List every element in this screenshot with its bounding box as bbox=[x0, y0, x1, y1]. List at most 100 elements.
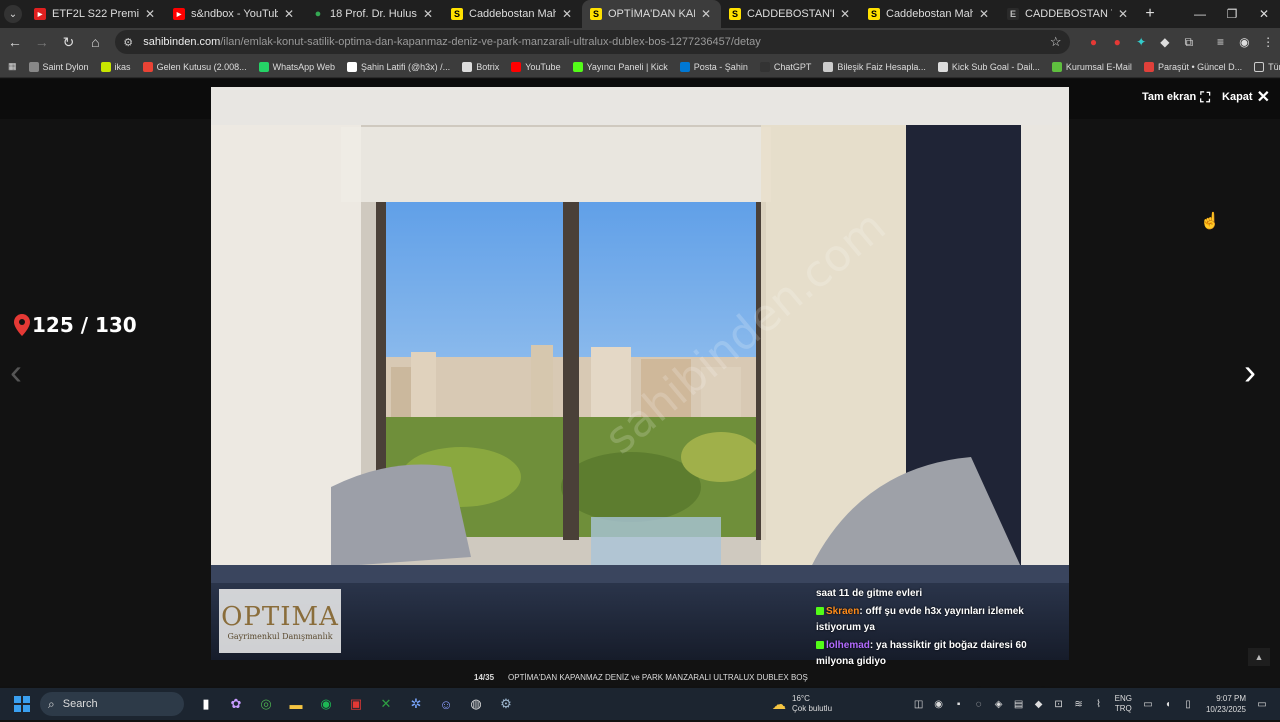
tray-icon[interactable]: ▪ bbox=[949, 699, 969, 710]
copilot-icon[interactable]: ✿ bbox=[222, 690, 250, 718]
tray-icon[interactable]: ◉ bbox=[929, 699, 949, 710]
home-button[interactable]: ⌂ bbox=[83, 30, 107, 54]
bookmark-item[interactable]: Bileşik Faiz Hesapla... bbox=[817, 61, 932, 72]
apps-grid-icon[interactable]: ▦ bbox=[0, 61, 23, 72]
steam-icon[interactable]: ⚙ bbox=[492, 690, 520, 718]
weather-widget[interactable]: ☁ 16°C Çok bulutlu bbox=[772, 688, 832, 720]
prev-photo-button[interactable]: ‹ bbox=[10, 351, 34, 392]
tray-icon[interactable]: ◆ bbox=[1029, 699, 1049, 710]
bookmark-star-icon[interactable]: ☆ bbox=[1050, 34, 1062, 50]
bookmark-favicon-icon bbox=[100, 61, 111, 72]
start-button[interactable] bbox=[10, 692, 34, 716]
tab-search-button[interactable]: ⌄ bbox=[0, 0, 26, 28]
bookmark-item[interactable]: YouTube bbox=[505, 61, 566, 72]
tab-close-icon[interactable]: ✕ bbox=[421, 7, 435, 21]
battery-icon[interactable]: ▯ bbox=[1178, 699, 1198, 710]
discord-icon[interactable]: ☺ bbox=[432, 690, 460, 718]
taskbar-search[interactable]: ⌕ Search bbox=[40, 692, 184, 716]
bookmark-label: Bileşik Faiz Hesapla... bbox=[837, 61, 926, 72]
all-bookmarks-button[interactable]: Tüm Yer İşaretleri bbox=[1248, 61, 1280, 72]
menu-dots-icon[interactable]: ⋮ bbox=[1256, 30, 1280, 54]
browser-tab[interactable]: S OPTİMA'DAN KAPANMAZ ✕ bbox=[582, 0, 721, 28]
bookmark-item[interactable]: ikas bbox=[95, 61, 137, 72]
scroll-top-button[interactable]: ▲ bbox=[1248, 648, 1270, 666]
minimize-icon[interactable]: — bbox=[1184, 0, 1216, 28]
browser-tab[interactable]: S Caddebostan Mah. Gözte ✕ bbox=[860, 0, 999, 28]
file-explorer-icon[interactable]: ▬ bbox=[282, 690, 310, 718]
bookmark-item[interactable]: Kick Sub Goal - Dail... bbox=[932, 61, 1046, 72]
tab-close-icon[interactable]: ✕ bbox=[560, 7, 574, 21]
clock[interactable]: 9:07 PM 10/23/2025 bbox=[1206, 693, 1246, 715]
tab-search-icon[interactable]: ≡ bbox=[1209, 30, 1233, 54]
site-info-icon[interactable]: ⚙ bbox=[123, 36, 137, 49]
bookmark-favicon-icon bbox=[679, 61, 690, 72]
tab-list: ▶ ETF2L S22 Premiership Pl ✕ ▶ s&ndbox - You… bbox=[26, 0, 1138, 28]
close-icon[interactable]: ✕ bbox=[1257, 87, 1270, 107]
tab-close-icon[interactable]: ✕ bbox=[699, 7, 713, 21]
tray-icon[interactable]: ◌ bbox=[969, 699, 989, 710]
browser-tab[interactable]: ▶ s&ndbox - YouTube ✕ bbox=[165, 0, 304, 28]
bookmark-item[interactable]: Saint Dylon bbox=[23, 61, 95, 72]
language-indicator[interactable]: ENG TRQ bbox=[1115, 694, 1132, 714]
browser-tab[interactable]: S Caddebostan Mah. Satılık ✕ bbox=[443, 0, 582, 28]
app-icon[interactable]: ✲ bbox=[402, 690, 430, 718]
wifi-icon[interactable]: ≋ bbox=[1069, 699, 1089, 710]
bookmark-item[interactable]: WhatsApp Web bbox=[253, 61, 341, 72]
extension-icon[interactable]: ✦ bbox=[1129, 30, 1153, 54]
excel-icon[interactable]: ✕ bbox=[372, 690, 400, 718]
extensions-puzzle-icon[interactable]: ⧉ bbox=[1177, 30, 1201, 54]
profile-avatar[interactable]: ◉ bbox=[1232, 30, 1256, 54]
tray-icon[interactable]: ▤ bbox=[1009, 699, 1029, 710]
forward-button[interactable]: → bbox=[30, 30, 54, 54]
task-view-icon[interactable]: ▮ bbox=[192, 690, 220, 718]
display-icon[interactable]: ▭ bbox=[1138, 699, 1158, 710]
taskbar-search-placeholder: Search bbox=[62, 698, 98, 710]
bookmarks-bar: ▦ Saint Dylon ikas Gelen Kutusu (2.008... W… bbox=[0, 56, 1280, 78]
chat-text: saat 11 de gitme evleri bbox=[816, 588, 923, 599]
spotify-icon[interactable]: ◉ bbox=[312, 690, 340, 718]
fullscreen-icon[interactable]: ⛶ bbox=[1200, 89, 1210, 106]
bookmark-item[interactable]: Botrix bbox=[456, 61, 505, 72]
microphone-icon[interactable]: ⌇ bbox=[1089, 699, 1109, 710]
close-label[interactable]: Kapat bbox=[1222, 91, 1253, 103]
tab-close-icon[interactable]: ✕ bbox=[977, 7, 991, 21]
fullscreen-label[interactable]: Tam ekran bbox=[1142, 91, 1196, 103]
tray-icon[interactable]: ⊡ bbox=[1049, 699, 1069, 710]
bookmark-item[interactable]: Şahin Latifi (@h3x) /... bbox=[341, 61, 456, 72]
tab-close-icon[interactable]: ✕ bbox=[838, 7, 852, 21]
bookmark-item[interactable]: Gelen Kutusu (2.008... bbox=[137, 61, 253, 72]
chrome-icon[interactable]: ◎ bbox=[252, 690, 280, 718]
browser-tab[interactable]: S CADDEBOSTAN'DA YEŞİL ✕ bbox=[721, 0, 860, 28]
tray-icon[interactable]: ◫ bbox=[909, 699, 929, 710]
bookmark-item[interactable]: Posta - Şahin bbox=[674, 61, 754, 72]
tab-close-icon[interactable]: ✕ bbox=[143, 7, 157, 21]
address-bar[interactable]: ⚙ sahibinden.com /ilan/emlak-konut-satil… bbox=[115, 30, 1070, 54]
browser-tab[interactable]: E CADDEBOSTAN YALI PAR ✕ bbox=[999, 0, 1138, 28]
bookmark-item[interactable]: Paraşüt • Güncel D... bbox=[1138, 61, 1248, 72]
extension-icon[interactable]: ● bbox=[1082, 30, 1106, 54]
logo-text: OPTIMA bbox=[221, 601, 339, 632]
extension-icon[interactable]: ◆ bbox=[1153, 30, 1177, 54]
weather-desc: Çok bulutlu bbox=[792, 704, 833, 713]
new-tab-button[interactable]: + bbox=[1138, 5, 1162, 23]
browser-tab[interactable]: ▶ ETF2L S22 Premiership Pl ✕ bbox=[26, 0, 165, 28]
bookmark-item[interactable]: Yayıncı Paneli | Kick bbox=[567, 61, 674, 72]
tab-close-icon[interactable]: ✕ bbox=[1116, 7, 1130, 21]
tray-icon[interactable]: ◈ bbox=[989, 699, 1009, 710]
app-icon[interactable]: ▣ bbox=[342, 690, 370, 718]
restore-icon[interactable]: ❐ bbox=[1216, 0, 1248, 28]
tab-close-icon[interactable]: ✕ bbox=[282, 7, 296, 21]
favicon-icon: ▶ bbox=[34, 8, 46, 20]
bookmark-item[interactable]: ChatGPT bbox=[754, 61, 818, 72]
reload-button[interactable]: ↻ bbox=[57, 30, 81, 54]
next-photo-button[interactable]: › bbox=[1244, 351, 1268, 392]
bookmark-item[interactable]: Kurumsal E-Mail bbox=[1046, 61, 1138, 72]
photo-viewer: 125 / 130 ‹ › Tam ekran ⛶ Kapat ✕ ☝ sahi… bbox=[0, 79, 1280, 668]
speaker-icon[interactable]: ◖ bbox=[1158, 699, 1178, 710]
obs-icon[interactable]: ◍ bbox=[462, 690, 490, 718]
browser-tab[interactable]: ● 18 Prof. Dr. Hulusi Behçet ✕ bbox=[304, 0, 443, 28]
back-button[interactable]: ← bbox=[3, 30, 27, 54]
close-window-icon[interactable]: ✕ bbox=[1248, 0, 1280, 28]
notifications-icon[interactable]: ▭ bbox=[1252, 699, 1272, 710]
extension-badge-icon[interactable]: ● bbox=[1105, 30, 1129, 54]
